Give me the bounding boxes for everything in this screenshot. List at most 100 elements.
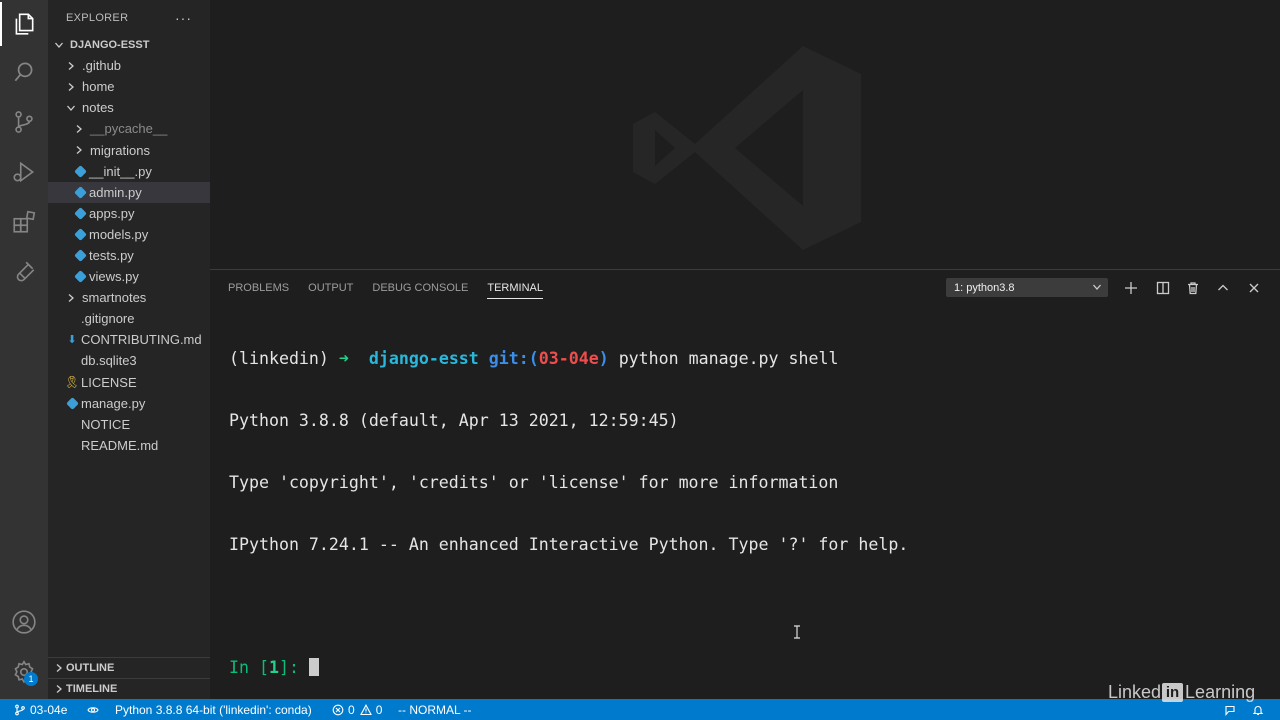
feedback-icon [1225,705,1235,716]
settings-gear-icon[interactable]: 1 [0,648,48,696]
terminal-output[interactable]: (linkedin) ➜ django-esst git:(03-04e) py… [229,308,908,720]
file-item[interactable]: views.py [48,266,210,287]
branch-status[interactable]: 03-04e [14,699,67,720]
file-item[interactable]: db.sqlite3 [48,350,210,371]
vim-mode-status: -- NORMAL -- [398,699,472,720]
prompt-dir: django-esst [368,349,479,369]
ibeam-cursor-icon [794,625,800,639]
tree-item-label: db.sqlite3 [81,353,137,369]
file-item[interactable]: models.py [48,224,210,245]
chevron-right-icon [52,682,66,696]
bottom-panel: PROBLEMS OUTPUT DEBUG CONSOLE TERMINAL 1… [210,269,1280,699]
python-interpreter-status[interactable]: Python 3.8.8 64-bit ('linkedin': conda) [115,699,312,720]
outline-section[interactable]: OUTLINE [48,657,210,678]
tree-item-label: README.md [81,437,159,453]
tab-terminal[interactable]: TERMINAL [487,270,543,305]
file-item[interactable]: tests.py [48,245,210,266]
chevron-down-icon [52,38,66,52]
tree-item-label: migrations [90,142,150,158]
file-item[interactable]: __init__.py [48,161,210,182]
bell-icon [1252,705,1264,715]
panel-tabs: PROBLEMS OUTPUT DEBUG CONSOLE TERMINAL [228,270,562,305]
terminal-cursor [308,658,319,677]
chevron-down-icon [1093,284,1101,290]
workspace-root[interactable]: DJANGO-ESST [48,34,210,55]
file-item[interactable]: README.md [48,435,210,456]
account-icon[interactable] [0,598,48,646]
file-item[interactable]: manage.py [48,393,210,414]
chevron-right-icon [52,661,66,675]
terminal-line: Type 'copyright', 'credits' or 'license'… [229,472,839,492]
tree-item-label: __pycache__ [90,121,168,137]
vscode-logo-watermark-icon [633,46,861,250]
explorer-header: EXPLORER ··· [48,0,210,35]
problems-status[interactable]: 0 0 [332,699,382,720]
tree-item-label: apps.py [89,205,135,221]
tree-item-label: admin.py [89,184,142,200]
file-item[interactable]: apps.py [48,203,210,224]
python-interpreter-label: Python 3.8.8 64-bit ('linkedin': conda) [115,702,312,717]
chevron-right-icon [72,122,86,136]
timeline-section[interactable]: TIMELINE [48,678,210,699]
python-file-icon [72,248,88,262]
vim-mode-label: -- NORMAL -- [398,702,472,717]
tree-item-label: __init__.py [89,163,152,179]
file-tree: DJANGO-ESST .github home notes __pycache__mi… [48,34,210,456]
folder-item[interactable]: migrations [48,139,210,160]
more-actions-icon[interactable]: ··· [175,11,192,25]
close-panel-button[interactable] [1244,278,1264,298]
kill-terminal-button[interactable] [1183,278,1203,298]
tree-item-label: .github [82,58,122,74]
explorer-title: EXPLORER [66,11,129,24]
plus-icon [1125,282,1137,294]
run-debug-icon[interactable] [0,148,48,196]
download-arrow-icon: ⬇ [67,334,77,347]
split-icon [1156,281,1170,295]
python-file-icon [72,227,88,241]
in-prefix: In [ [229,658,269,678]
timeline-label: TIMELINE [66,683,118,695]
chevron-right-icon [64,80,78,94]
tab-problems[interactable]: PROBLEMS [228,270,289,305]
status-bar: 03-04e Python 3.8.8 64-bit ('linkedin': … [0,699,1280,720]
file-icon [64,438,80,452]
brand-learning: Learning [1185,681,1256,702]
tree-item-label: tests.py [89,247,134,263]
sync-status[interactable] [87,699,103,720]
chevron-down-icon [64,101,78,115]
explorer-sidebar: EXPLORER ··· DJANGO-ESST .github home notes… [48,0,210,699]
file-item[interactable]: .gitignore [48,308,210,329]
python-file-icon [72,270,88,284]
folder-item[interactable]: __pycache__ [48,118,210,139]
split-terminal-button[interactable] [1153,278,1173,298]
error-count: 0 [348,702,355,717]
search-icon[interactable] [0,48,48,96]
folder-item[interactable]: .github [48,55,210,76]
maximize-panel-button[interactable] [1213,278,1233,298]
activity-bar: 1 [0,0,48,699]
tree-item-label: notes [82,100,114,116]
folder-item[interactable]: notes [48,97,210,118]
file-item[interactable]: ⬇ CONTRIBUTING.md [48,329,210,350]
testing-flask-icon[interactable] [0,248,48,296]
extensions-icon[interactable] [0,198,48,246]
file-icon [64,312,80,326]
tab-debug-console[interactable]: DEBUG CONSOLE [372,270,468,305]
tree-item-label: home [82,79,115,95]
new-terminal-button[interactable] [1121,278,1141,298]
terminal-select[interactable]: 1: python3.8 [946,278,1108,297]
file-item[interactable]: 🎗 LICENSE [48,372,210,393]
terminal-line: IPython 7.24.1 -- An enhanced Interactiv… [229,534,909,554]
prompt-command: python manage.py shell [608,349,839,369]
folder-item[interactable]: smartnotes [48,287,210,308]
explorer-icon[interactable] [0,0,48,48]
source-control-icon[interactable] [0,98,48,146]
in-suffix: ]: [278,658,309,678]
file-item[interactable]: admin.py [48,181,210,203]
terminal-line: Python 3.8.8 (default, Apr 13 2021, 12:5… [229,410,679,430]
tree-item-label: views.py [89,269,139,285]
folder-item[interactable]: home [48,76,210,97]
tab-output[interactable]: OUTPUT [308,270,353,305]
chevron-right-icon [64,59,78,73]
file-item[interactable]: NOTICE [48,414,210,435]
